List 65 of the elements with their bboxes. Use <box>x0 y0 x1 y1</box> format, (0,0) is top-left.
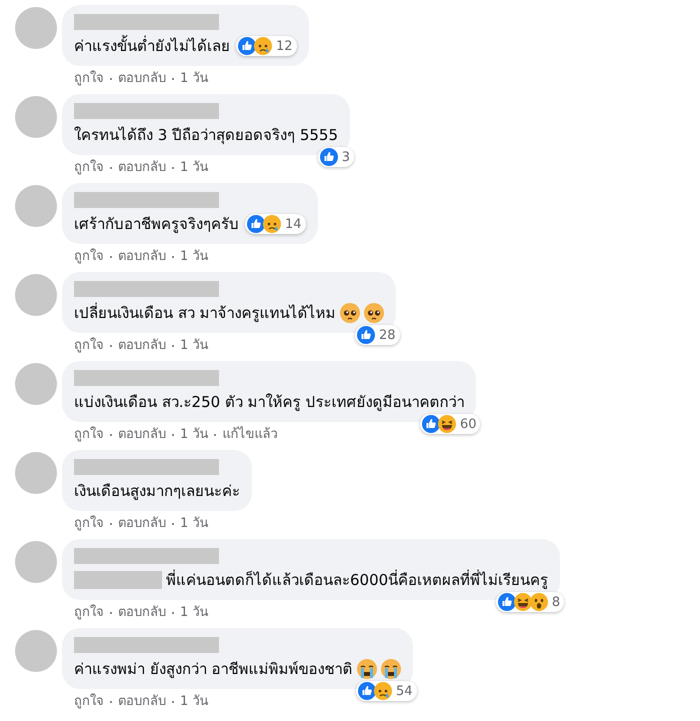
action-link[interactable]: ตอบกลับ <box>118 159 166 177</box>
action-link[interactable]: ถูกใจ <box>74 159 104 177</box>
comment-text: แบ่งเงินเดือน สว.ะ250 ตัว มาให้ครู ประเทศยังดูมีอนาคตกว่า <box>74 392 464 413</box>
comment-text: ค่าแรงขั้นต่ำยังไม่ได้เลย <box>74 35 230 57</box>
comment-text: ค่าแรงพม่า ยังสูงกว่า อาชีพแม่พิมพ์ของชาติ <box>74 659 353 680</box>
meta-text: 1 วัน <box>180 693 208 711</box>
reaction-badge[interactable]: 54 <box>356 681 417 701</box>
reaction-badge[interactable]: 28 <box>355 325 400 345</box>
action-link[interactable]: ตอบกลับ <box>118 337 166 355</box>
action-link[interactable]: ตอบกลับ <box>118 515 166 533</box>
separator-dot <box>110 167 112 169</box>
reaction-badge[interactable]: 8 <box>496 592 564 612</box>
reaction-badge[interactable]: 60 <box>420 414 480 434</box>
separator-dot <box>172 167 174 169</box>
avatar[interactable] <box>15 541 57 583</box>
separator-dot <box>110 78 112 80</box>
comment-text: ใครทนได้ถึง 3 ปีถือว่าสุดยอดจริงๆ 5555 <box>74 125 338 146</box>
comment-text: เปลี่ยนเงินเดือน สว มาจ้างครูแทนได้ไหม <box>74 302 336 324</box>
separator-dot <box>214 434 216 436</box>
separator-dot <box>110 612 112 614</box>
avatar[interactable] <box>15 96 57 138</box>
meta-text: 1 วัน <box>180 604 208 622</box>
separator-dot <box>110 701 112 703</box>
comment-text: เศร้ากับอาชีพครูจริงๆครับ <box>74 214 239 235</box>
action-link[interactable]: ตอบกลับ <box>118 693 166 711</box>
avatar[interactable] <box>15 274 57 316</box>
separator-dot <box>172 523 174 525</box>
action-link[interactable]: ตอบกลับ <box>118 604 166 622</box>
meta-text: 1 วัน <box>180 337 208 355</box>
separator-dot <box>172 434 174 436</box>
reaction-badge[interactable]: 12 <box>236 36 297 56</box>
action-link[interactable]: ตอบกลับ <box>118 70 166 88</box>
separator-dot <box>110 345 112 347</box>
avatar[interactable] <box>15 363 57 405</box>
separator-dot <box>110 523 112 525</box>
separator-dot <box>110 434 112 436</box>
avatar[interactable] <box>15 185 57 227</box>
avatar[interactable] <box>15 630 57 672</box>
action-link[interactable]: ตอบกลับ <box>118 248 166 266</box>
action-link[interactable]: ตอบกลับ <box>118 426 166 444</box>
meta-text: 1 วัน <box>180 159 208 177</box>
action-link[interactable]: ถูกใจ <box>74 693 104 711</box>
action-link[interactable]: ถูกใจ <box>74 70 104 88</box>
action-link[interactable]: ถูกใจ <box>74 426 104 444</box>
reaction-badge[interactable]: 3 <box>318 147 354 167</box>
separator-dot <box>172 701 174 703</box>
reaction-badge[interactable]: 14 <box>245 214 306 234</box>
meta-text: แก้ไขแล้ว <box>222 426 278 444</box>
separator-dot <box>172 78 174 80</box>
avatar[interactable] <box>15 7 57 49</box>
separator-dot <box>172 345 174 347</box>
comment-text: เงินเดือนสูงมากๆเลยนะค่ะ <box>74 481 240 502</box>
action-link[interactable]: ถูกใจ <box>74 337 104 355</box>
meta-text: 1 วัน <box>180 248 208 266</box>
separator-dot <box>110 256 112 258</box>
comment-text: พี่แค่นอนตดก็ได้แล้วเดือนละ6000นี่คือเหตผลที่พี่ไม่เรียนครู <box>166 569 548 591</box>
action-link[interactable]: ถูกใจ <box>74 248 104 266</box>
separator-dot <box>172 612 174 614</box>
meta-text: 1 วัน <box>180 426 208 444</box>
separator-dot <box>172 256 174 258</box>
meta-text: 1 วัน <box>180 515 208 533</box>
action-link[interactable]: ถูกใจ <box>74 515 104 533</box>
avatar[interactable] <box>15 452 57 494</box>
action-link[interactable]: ถูกใจ <box>74 604 104 622</box>
meta-text: 1 วัน <box>180 70 208 88</box>
